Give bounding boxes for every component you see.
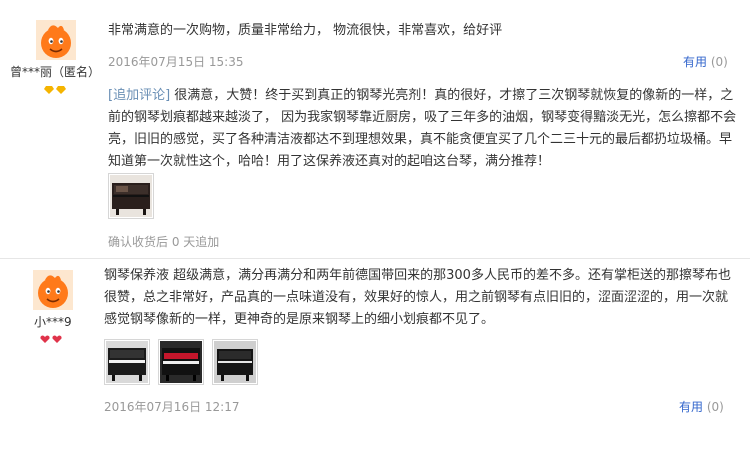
append-tag: [追加评论] (108, 88, 171, 103)
review-photo-thumbnail[interactable] (104, 339, 150, 385)
review-date: 2016年07月15日 15:35 (108, 55, 244, 69)
diamond-icon (44, 86, 54, 94)
append-meta: 确认收货后 0 天追加 (108, 235, 220, 249)
heart-icon (52, 335, 62, 343)
reviewer-name: 小***9 (34, 315, 72, 329)
avatar[interactable] (33, 270, 73, 310)
useful-button[interactable]: 有用 (0) (683, 53, 728, 70)
heart-icon (40, 335, 50, 343)
useful-label[interactable]: 有用 (683, 55, 707, 69)
append-text: 很满意，大赞！终于买到真正的钢琴光亮剂！真的很好，才擦了三次钢琴就恢复的像新的一… (108, 88, 737, 169)
review-photo-thumbnail[interactable] (158, 339, 204, 385)
reviewer-name: 曾***丽（匿名） (10, 65, 101, 79)
review-content: 钢琴保养液 超级满意，满分再满分和两年前德国带回来的那300多人民币的差不多。还… (104, 268, 731, 327)
useful-count: (0) (706, 400, 724, 414)
useful-count: (0) (710, 55, 728, 69)
review-content: 非常满意的一次购物，质量非常给力， 物流很快，非常喜欢，给好评 (108, 23, 503, 38)
review-date: 2016年07月16日 12:17 (104, 400, 240, 414)
review-item: 小***9 钢琴保养液 超级满意，满分再满分和两年前德国带回来的那300多人民币… (0, 259, 750, 460)
appended-review: [追加评论] 很满意，大赞！终于买到真正的钢琴光亮剂！真的很好，才擦了三次钢琴就… (108, 85, 740, 173)
review-item: 曾***丽（匿名） 非常满意的一次购物，质量非常给力， 物流很快，非常喜欢，给好… (0, 0, 750, 258)
reviewer-level-badge (44, 86, 66, 94)
diamond-icon (56, 86, 66, 94)
avatar[interactable] (36, 20, 76, 60)
useful-label[interactable]: 有用 (679, 400, 703, 414)
review-photo-thumbnail[interactable] (212, 339, 258, 385)
review-photo-thumbnail[interactable] (108, 173, 154, 219)
reviewer-level-badge (40, 335, 62, 343)
useful-button[interactable]: 有用 (0) (679, 398, 724, 415)
